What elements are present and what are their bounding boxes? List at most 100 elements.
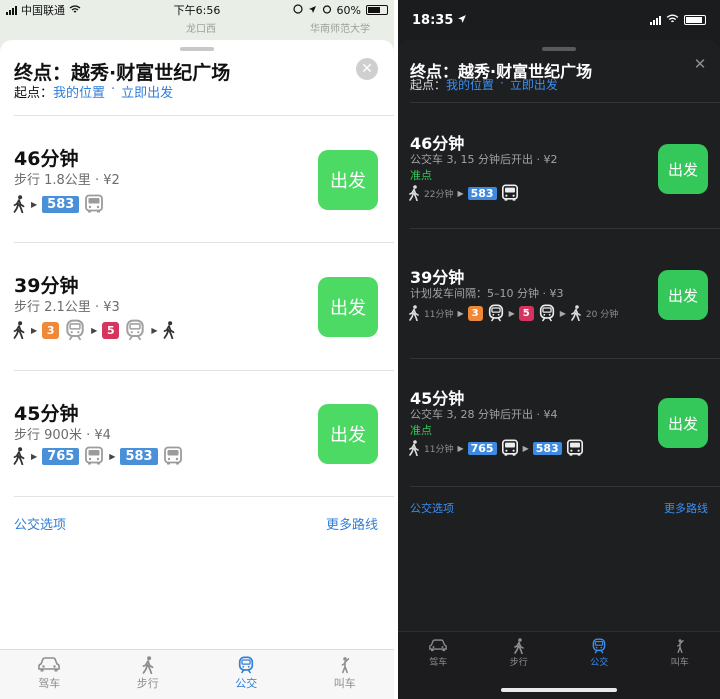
close-button[interactable]: ✕ [692, 55, 708, 73]
route-card[interactable]: 45分钟 公交车 3, 28 分钟后开出 · ¥4 准点 11分钟 ▶ 765 … [398, 385, 720, 455]
tab-walk[interactable]: 步行 [99, 650, 198, 699]
car-icon [429, 638, 447, 652]
divider [410, 102, 720, 103]
bus-icon [163, 446, 183, 466]
walk-icon [408, 440, 420, 456]
walk-icon [408, 185, 420, 201]
sheet-grabber[interactable] [180, 47, 214, 51]
wifi-icon [666, 13, 679, 28]
origin-label: 起点： [14, 86, 54, 101]
destination-title: 终点：越秀·财富世纪广场 [14, 62, 231, 84]
tab-label: 驾车 [429, 658, 448, 668]
route-card[interactable]: 45分钟 步行 900米 · ¥4 ▶ 765 ▶ 583 出发 [0, 399, 394, 469]
dark-mode-screen: 18:35 终点：越秀·财富世纪广场 起点： 我的位置 · 立即出发 ✕ 46分… [398, 0, 720, 699]
walk-icon [570, 305, 582, 321]
on-time-label: 准点 [410, 169, 432, 182]
route-steps: ▶ 583 [12, 194, 104, 214]
step-arrow: ▶ [91, 325, 98, 335]
metro-line-badge: 5 [518, 305, 534, 321]
transit-options-link[interactable]: 公交选项 [14, 514, 66, 533]
walk-duration: 22分钟 [424, 189, 454, 200]
origin-row: 起点： 我的位置 · 立即出发 [410, 76, 558, 93]
route-steps: ▶ 765 ▶ 583 [12, 446, 183, 466]
more-routes-link[interactable]: 更多路线 [664, 500, 708, 516]
step-arrow: ▶ [457, 443, 464, 453]
light-mode-screen: 中国联通 下午6:56 60% 龙口西 华南师范大学 终点：越秀·财富世纪广场 … [0, 0, 394, 699]
walk-icon [12, 195, 26, 213]
location-arrow-icon [457, 13, 467, 28]
origin-location-link[interactable]: 我的位置 [53, 82, 105, 101]
step-arrow: ▶ [151, 325, 158, 335]
step-arrow: ▶ [457, 188, 464, 198]
transit-options-link[interactable]: 公交选项 [410, 500, 454, 516]
origin-location-link[interactable]: 我的位置 [446, 76, 494, 93]
directions-sheet: 终点：越秀·财富世纪广场 起点： 我的位置 · 立即出发 ✕ 46分钟 公交车 … [398, 40, 720, 699]
go-button[interactable]: 出发 [318, 404, 378, 464]
route-duration: 45分钟 [14, 403, 79, 425]
depart-time-link[interactable]: 立即出发 [510, 76, 558, 93]
origin-label: 起点： [410, 78, 447, 92]
tab-label: 叫车 [670, 658, 689, 668]
divider [14, 242, 394, 243]
step-arrow: ▶ [31, 199, 38, 209]
close-button[interactable]: ✕ [356, 58, 378, 80]
metro-icon [236, 656, 256, 674]
signal-icon [650, 15, 661, 25]
depart-time-link[interactable]: 立即出发 [121, 82, 173, 101]
route-info: 公交车 3, 15 分钟后开出 · ¥2 [410, 153, 558, 166]
walk-icon [162, 321, 176, 339]
origin-separator: · [500, 76, 504, 90]
hail-ride-icon [338, 656, 352, 674]
map-label: 华南师范大学 [310, 24, 370, 35]
route-card[interactable]: 46分钟 步行 1.8公里 · ¥2 ▶ 583 出发 [0, 144, 394, 214]
metro-line-badge: 3 [467, 305, 483, 321]
tab-transit[interactable]: 公交 [197, 650, 296, 699]
go-button[interactable]: 出发 [318, 277, 378, 337]
divider [14, 496, 394, 497]
metro-icon [64, 319, 86, 341]
route-duration: 46分钟 [14, 148, 79, 170]
tab-ride[interactable]: 叫车 [640, 632, 720, 699]
sheet-grabber[interactable] [542, 47, 576, 51]
walk-duration: 11分钟 [424, 309, 454, 320]
bus-icon [501, 184, 519, 202]
metro-icon [591, 638, 607, 654]
bus-line-badge: 583 [42, 195, 80, 213]
go-button[interactable]: 出发 [318, 150, 378, 210]
page: 中国联通 下午6:56 60% 龙口西 华南师范大学 终点：越秀·财富世纪广场 … [0, 0, 720, 699]
metro-icon [487, 304, 505, 322]
origin-row: 起点： 我的位置 · 立即出发 [14, 82, 173, 101]
tab-drive[interactable]: 驾车 [0, 650, 99, 699]
walk-icon [12, 321, 26, 339]
directions-sheet: 终点：越秀·财富世纪广场 起点： 我的位置 · 立即出发 ✕ 46分钟 步行 1… [0, 40, 394, 699]
tab-ride[interactable]: 叫车 [296, 650, 395, 699]
step-arrow: ▶ [31, 451, 38, 461]
go-button[interactable]: 出发 [658, 270, 708, 320]
divider [410, 486, 720, 487]
walk-icon [408, 305, 420, 321]
route-info: 步行 2.1公里 · ¥3 [14, 300, 120, 315]
tab-drive[interactable]: 驾车 [398, 632, 479, 699]
route-info: 计划发车间隔：5–10 分钟 · ¥3 [410, 287, 564, 300]
more-routes-link[interactable]: 更多路线 [326, 514, 378, 533]
walk-icon [513, 638, 525, 654]
route-card[interactable]: 39分钟 步行 2.1公里 · ¥3 ▶ 3 ▶ 5 ▶ 出发 [0, 271, 394, 341]
battery-icon [366, 5, 388, 15]
bus-line-badge: 583 [120, 447, 158, 465]
go-button[interactable]: 出发 [658, 398, 708, 448]
bus-icon [566, 439, 584, 457]
tab-label: 公交 [235, 677, 258, 690]
step-arrow: ▶ [522, 443, 529, 453]
go-button[interactable]: 出发 [658, 144, 708, 194]
walk-icon [141, 656, 155, 674]
route-card[interactable]: 46分钟 公交车 3, 15 分钟后开出 · ¥2 准点 22分钟 ▶ 583 … [398, 130, 720, 200]
route-steps: ▶ 3 ▶ 5 ▶ [12, 319, 176, 341]
divider [14, 370, 394, 371]
route-card[interactable]: 39分钟 计划发车间隔：5–10 分钟 · ¥3 11分钟 ▶ 3 ▶ 5 ▶ … [398, 264, 720, 334]
home-indicator[interactable] [501, 688, 617, 692]
tab-label: 步行 [509, 658, 528, 668]
status-time: 18:35 [412, 12, 454, 28]
divider [410, 358, 720, 359]
route-duration: 39分钟 [14, 275, 79, 297]
step-arrow: ▶ [457, 308, 464, 318]
